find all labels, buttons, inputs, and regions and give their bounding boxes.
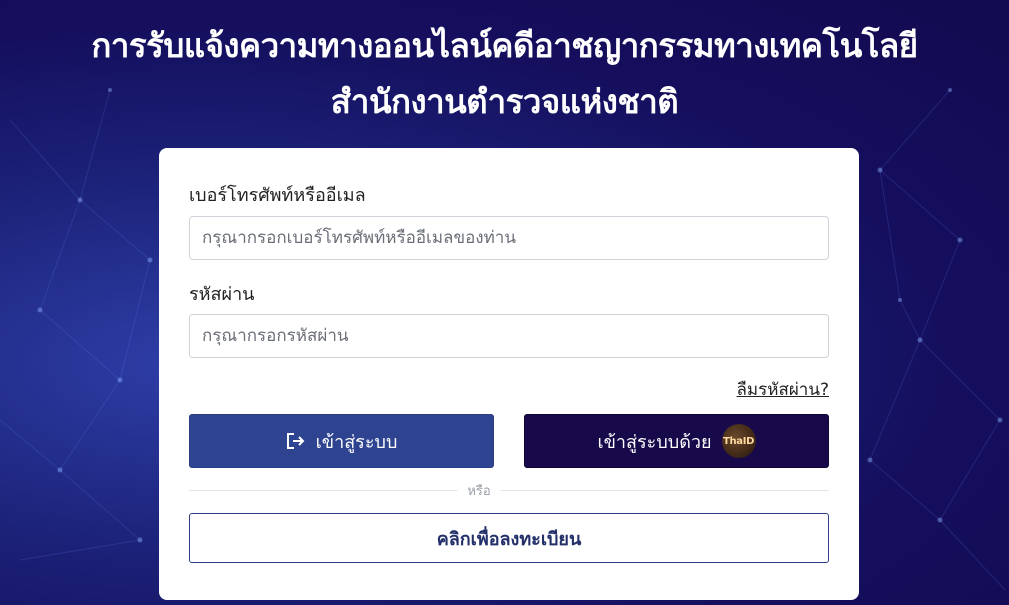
thaid-login-button[interactable]: เข้าสู่ระบบด้วย ThaID bbox=[524, 414, 829, 468]
login-button-label: เข้าสู่ระบบ bbox=[315, 431, 398, 453]
login-card: เบอร์โทรศัพท์หรืออีเมล รหัสผ่าน ลืมรหัสผ… bbox=[159, 148, 859, 600]
thaid-button-label: เข้าสู่ระบบด้วย bbox=[597, 431, 712, 453]
page-title: การรับแจ้งความทางออนไลน์คดีอาชญากรรมทางเ… bbox=[0, 18, 1009, 130]
login-button[interactable]: เข้าสู่ระบบ bbox=[189, 414, 494, 468]
thaid-logo-text: ThaID bbox=[722, 435, 755, 447]
login-arrow-icon bbox=[286, 432, 306, 450]
phone-email-input[interactable] bbox=[189, 216, 829, 260]
forgot-password-link[interactable]: ลืมรหัสผ่าน? bbox=[737, 376, 830, 403]
page-title-line2: สำนักงานตำรวจแห่งชาติ bbox=[330, 82, 679, 121]
register-button[interactable]: คลิกเพื่อลงทะเบียน bbox=[189, 513, 829, 563]
password-label: รหัสผ่าน bbox=[189, 284, 255, 305]
page-title-line1: การรับแจ้งความทางออนไลน์คดีอาชญากรรมทางเ… bbox=[91, 26, 918, 65]
password-input[interactable] bbox=[189, 314, 829, 358]
divider bbox=[189, 490, 829, 491]
thaid-logo-icon: ThaID bbox=[721, 424, 756, 458]
divider-text: หรือ bbox=[457, 480, 501, 501]
phone-email-label: เบอร์โทรศัพท์หรืออีเมล bbox=[189, 185, 366, 206]
